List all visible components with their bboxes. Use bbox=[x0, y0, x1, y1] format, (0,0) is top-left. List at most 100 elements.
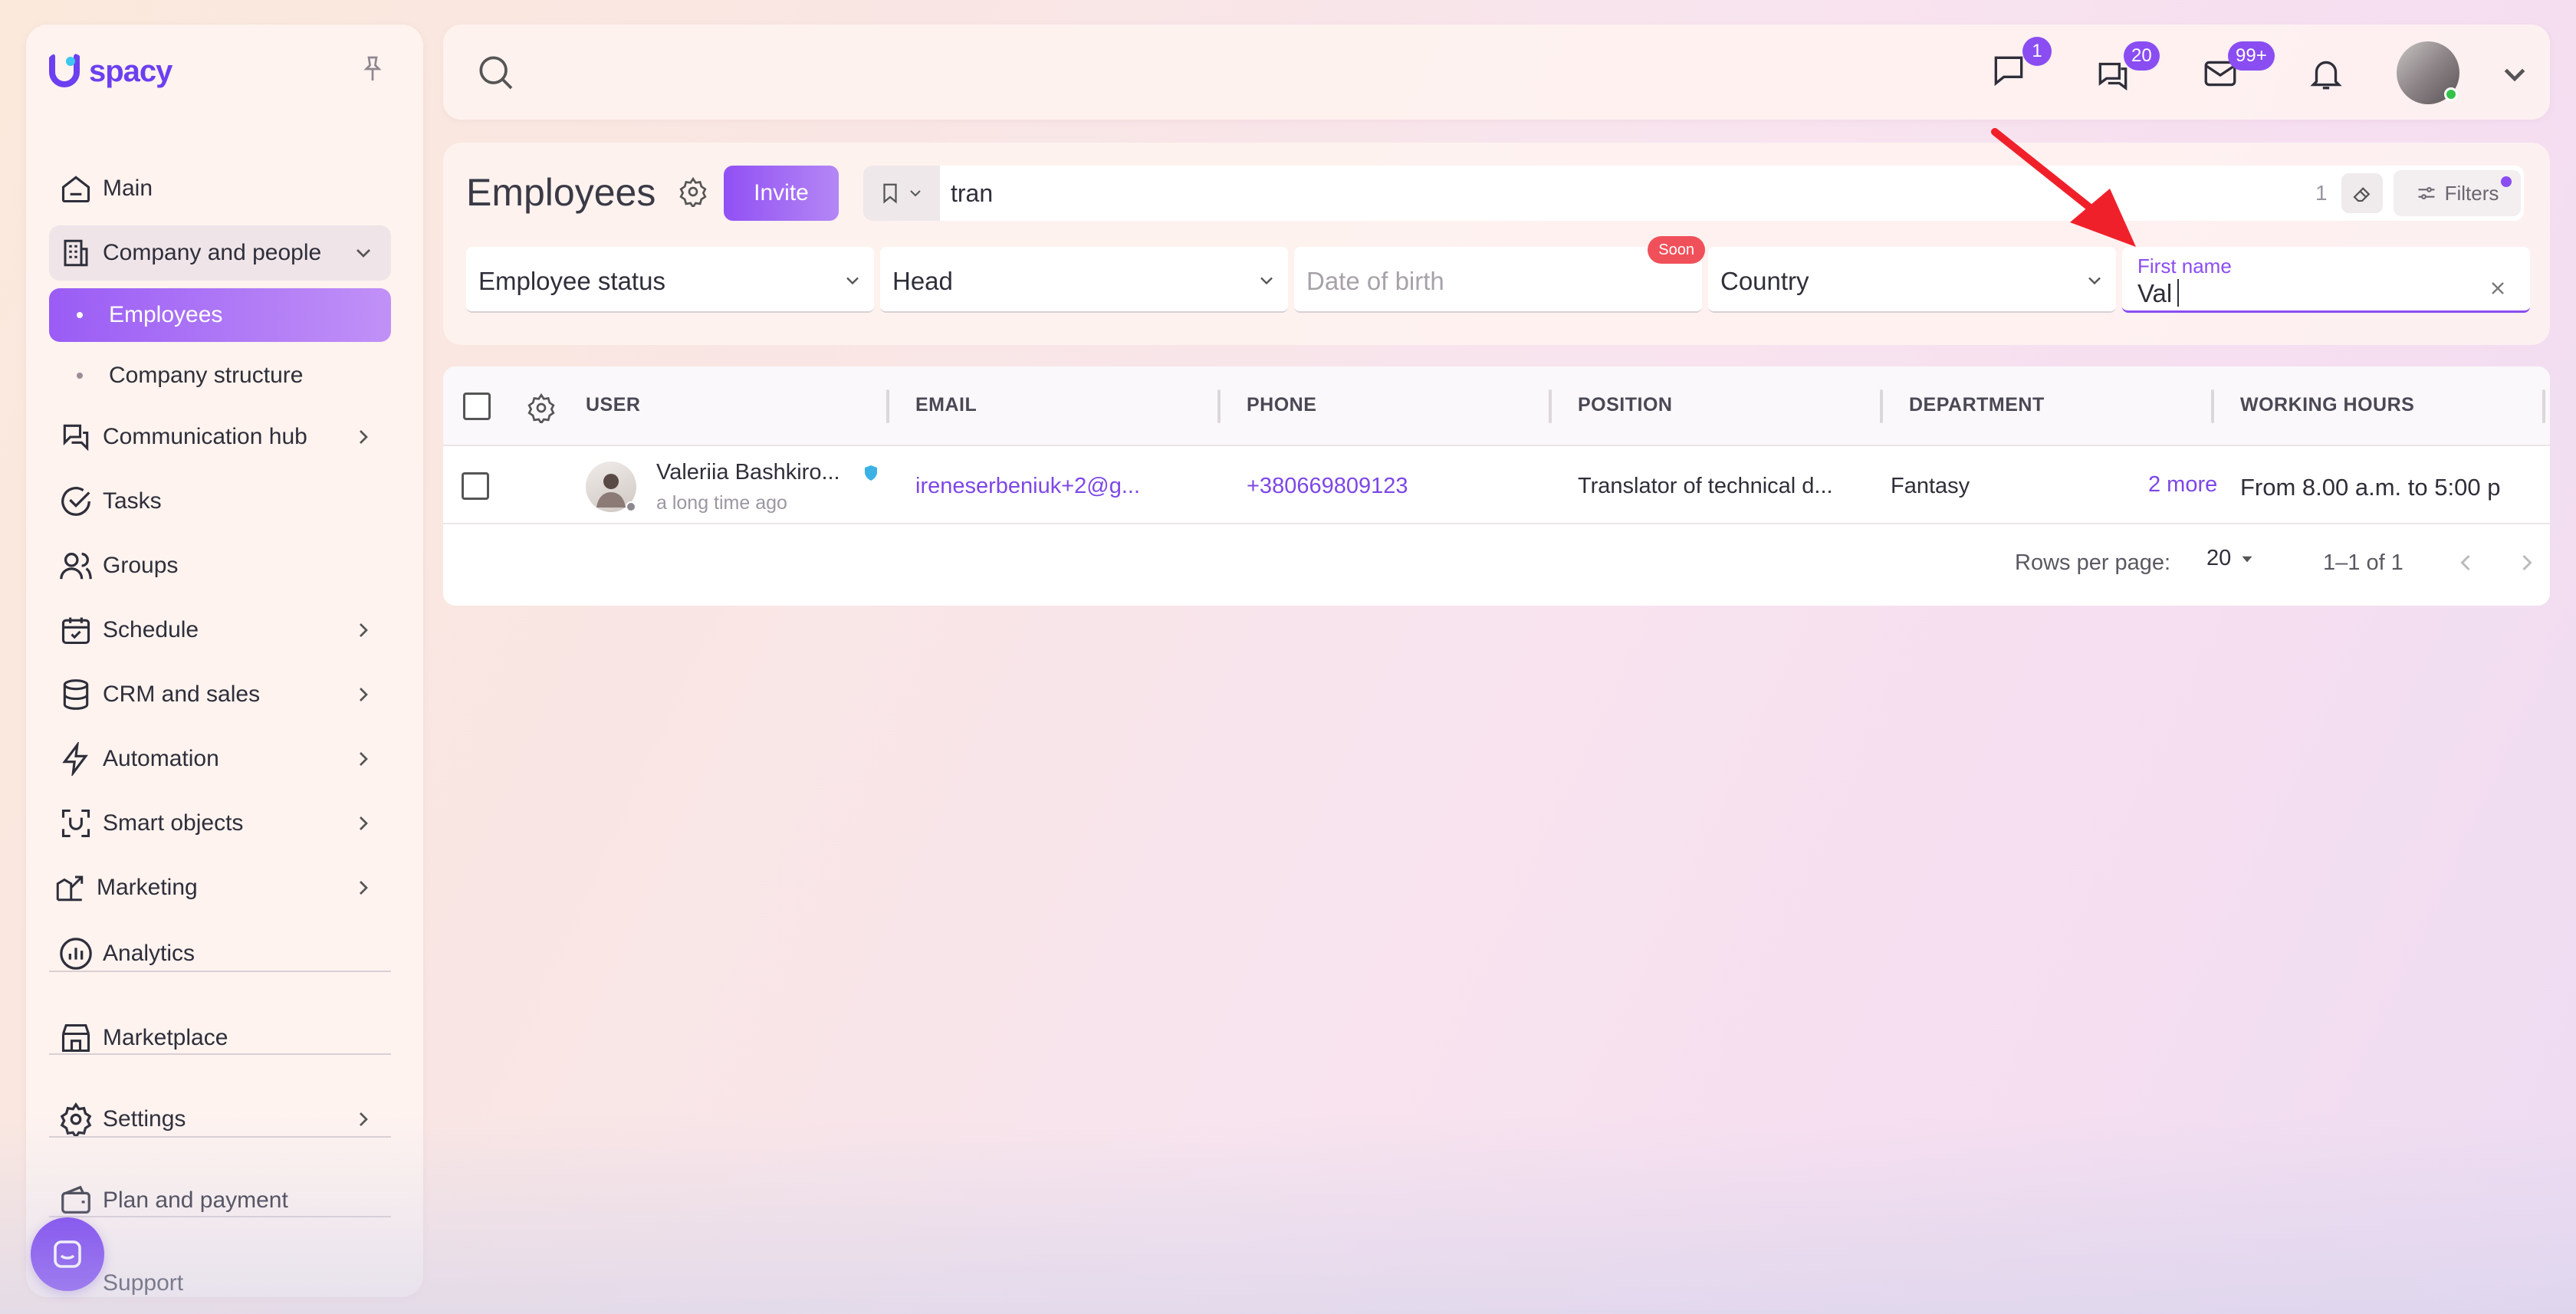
sidebar-item-label: Plan and payment bbox=[103, 1188, 288, 1213]
user-name[interactable]: Valeriia Bashkiro... bbox=[656, 460, 840, 485]
chevron-right-icon bbox=[360, 881, 368, 895]
column-header-phone[interactable]: PHONE bbox=[1247, 394, 1316, 416]
sidebar-item-company-and-people[interactable]: Company and people bbox=[49, 225, 391, 281]
chevron-down-icon bbox=[846, 277, 859, 285]
sidebar-item-label: CRM and sales bbox=[103, 682, 261, 707]
search-icon[interactable] bbox=[474, 51, 517, 94]
notifications-button[interactable] bbox=[2305, 52, 2348, 95]
sidebar: spacy Main Company and people Employees … bbox=[26, 25, 423, 1297]
employee-status-label: Employee status bbox=[478, 267, 665, 295]
sidebar-item-label: Smart objects bbox=[103, 810, 244, 836]
sidebar-item-communication-hub[interactable]: Communication hub bbox=[49, 409, 391, 465]
gear-icon bbox=[57, 1100, 95, 1138]
home-icon bbox=[57, 169, 95, 208]
sidebar-item-smart-objects[interactable]: Smart objects bbox=[49, 796, 391, 851]
sidebar-item-analytics[interactable]: Analytics bbox=[49, 926, 391, 981]
sidebar-item-crm-and-sales[interactable]: CRM and sales bbox=[49, 667, 391, 722]
calendar-icon bbox=[57, 611, 95, 649]
row-checkbox[interactable] bbox=[462, 472, 489, 500]
divider bbox=[49, 1136, 391, 1138]
saved-filters-button[interactable] bbox=[863, 166, 940, 221]
column-header-email[interactable]: EMAIL bbox=[915, 394, 977, 416]
sidebar-item-label: Settings bbox=[103, 1106, 186, 1132]
chevron-left-icon[interactable] bbox=[2452, 549, 2479, 577]
invite-button[interactable]: Invite bbox=[724, 166, 839, 221]
column-resizer[interactable] bbox=[2211, 389, 2214, 423]
top-bar: 1 20 99+ bbox=[443, 25, 2550, 120]
column-header-user[interactable]: USER bbox=[586, 394, 640, 416]
country-select[interactable]: Country bbox=[1708, 247, 2116, 313]
table-row[interactable]: Valeriia Bashkiro... a long time ago ire… bbox=[443, 446, 2550, 524]
chat-icon bbox=[57, 418, 95, 456]
divider bbox=[49, 1053, 391, 1055]
more-departments-link[interactable]: 2 more bbox=[2148, 472, 2217, 498]
sidebar-item-schedule[interactable]: Schedule bbox=[49, 603, 391, 658]
rows-per-page-select[interactable]: 20 bbox=[2206, 546, 2257, 571]
sidebar-item-main[interactable]: Main bbox=[49, 161, 391, 216]
chevron-right-icon bbox=[360, 752, 368, 766]
column-header-position[interactable]: POSITION bbox=[1578, 394, 1672, 416]
chevron-down-icon bbox=[1260, 277, 1273, 285]
employee-status-select[interactable]: Employee status bbox=[466, 247, 874, 313]
bell-icon bbox=[2310, 61, 2342, 90]
chevron-down-icon bbox=[2088, 277, 2101, 285]
column-resizer[interactable] bbox=[1549, 389, 1552, 423]
text-cursor bbox=[2177, 279, 2179, 307]
gear-icon[interactable] bbox=[678, 176, 708, 207]
filter-count: 1 bbox=[2315, 181, 2328, 205]
gear-icon[interactable] bbox=[526, 393, 557, 423]
column-resizer[interactable] bbox=[886, 389, 889, 423]
search-input[interactable]: tran bbox=[951, 179, 993, 208]
pin-icon[interactable] bbox=[357, 54, 388, 84]
check-circle-icon bbox=[57, 482, 95, 521]
bullet-icon bbox=[77, 373, 83, 379]
logo[interactable]: spacy bbox=[48, 54, 172, 89]
column-resizer[interactable] bbox=[1217, 389, 1221, 423]
sidebar-item-tasks[interactable]: Tasks bbox=[49, 474, 391, 529]
first-name-field[interactable]: First name Val bbox=[2122, 247, 2530, 313]
sidebar-item-employees[interactable]: Employees bbox=[49, 288, 391, 342]
sidebar-item-label: Marketing bbox=[97, 875, 198, 900]
building-icon bbox=[57, 234, 95, 272]
sidebar-item-company-structure[interactable]: Company structure bbox=[49, 350, 391, 402]
support-chat-button[interactable] bbox=[31, 1217, 104, 1291]
sidebar-item-marketing[interactable]: Marketing bbox=[49, 860, 391, 915]
head-select[interactable]: Head bbox=[880, 247, 1288, 313]
table-pagination: Rows per page: 20 1–1 of 1 bbox=[443, 524, 2550, 606]
filters-button[interactable]: Filters bbox=[2394, 170, 2521, 216]
rows-per-page-value: 20 bbox=[2206, 546, 2232, 570]
sidebar-item-plan-and-payment[interactable]: Plan and payment bbox=[49, 1173, 391, 1228]
sidebar-item-automation[interactable]: Automation bbox=[49, 731, 391, 787]
date-of-birth-field[interactable]: Date of birth Soon bbox=[1294, 236, 1705, 313]
clear-filters-button[interactable] bbox=[2341, 173, 2383, 213]
sliders-icon bbox=[2418, 186, 2435, 200]
column-resizer[interactable] bbox=[1880, 389, 1883, 423]
date-of-birth-placeholder: Date of birth bbox=[1306, 267, 1444, 295]
column-header-working-hours[interactable]: WORKING HOURS bbox=[2240, 394, 2414, 416]
chevron-down-icon[interactable] bbox=[2493, 52, 2536, 95]
phone-link[interactable]: +380669809123 bbox=[1247, 474, 1408, 499]
sidebar-item-label: Company structure bbox=[109, 363, 304, 388]
column-header-department[interactable]: DEPARTMENT bbox=[1909, 394, 2045, 416]
sidebar-item-label: Marketplace bbox=[103, 1025, 228, 1050]
select-all-checkbox[interactable] bbox=[463, 393, 491, 420]
messages-badge: 1 bbox=[2022, 37, 2052, 66]
sidebar-item-marketplace[interactable]: Marketplace bbox=[49, 1010, 391, 1066]
sidebar-item-groups[interactable]: Groups bbox=[49, 538, 391, 593]
first-name-input[interactable]: Val bbox=[2137, 279, 2172, 308]
annotation-arrow-icon bbox=[1991, 128, 2136, 247]
employee-search[interactable]: tran 1 Filters bbox=[863, 166, 2524, 221]
eraser-icon bbox=[2353, 187, 2371, 202]
close-icon[interactable] bbox=[2487, 278, 2509, 299]
mail-badge: 99+ bbox=[2228, 41, 2275, 71]
column-resizer[interactable] bbox=[2542, 389, 2545, 423]
brand-name: spacy bbox=[89, 54, 172, 88]
active-filter-dot bbox=[2501, 176, 2512, 187]
divider bbox=[49, 1216, 391, 1217]
email-link[interactable]: ireneserbeniuk+2@g... bbox=[915, 474, 1140, 499]
shield-icon bbox=[865, 465, 877, 481]
sidebar-item-settings[interactable]: Settings bbox=[49, 1092, 391, 1147]
chevron-right-icon[interactable] bbox=[2513, 549, 2541, 577]
chevron-right-icon bbox=[360, 1112, 368, 1126]
employees-table: USER EMAIL PHONE POSITION DEPARTMENT WOR… bbox=[443, 366, 2550, 606]
